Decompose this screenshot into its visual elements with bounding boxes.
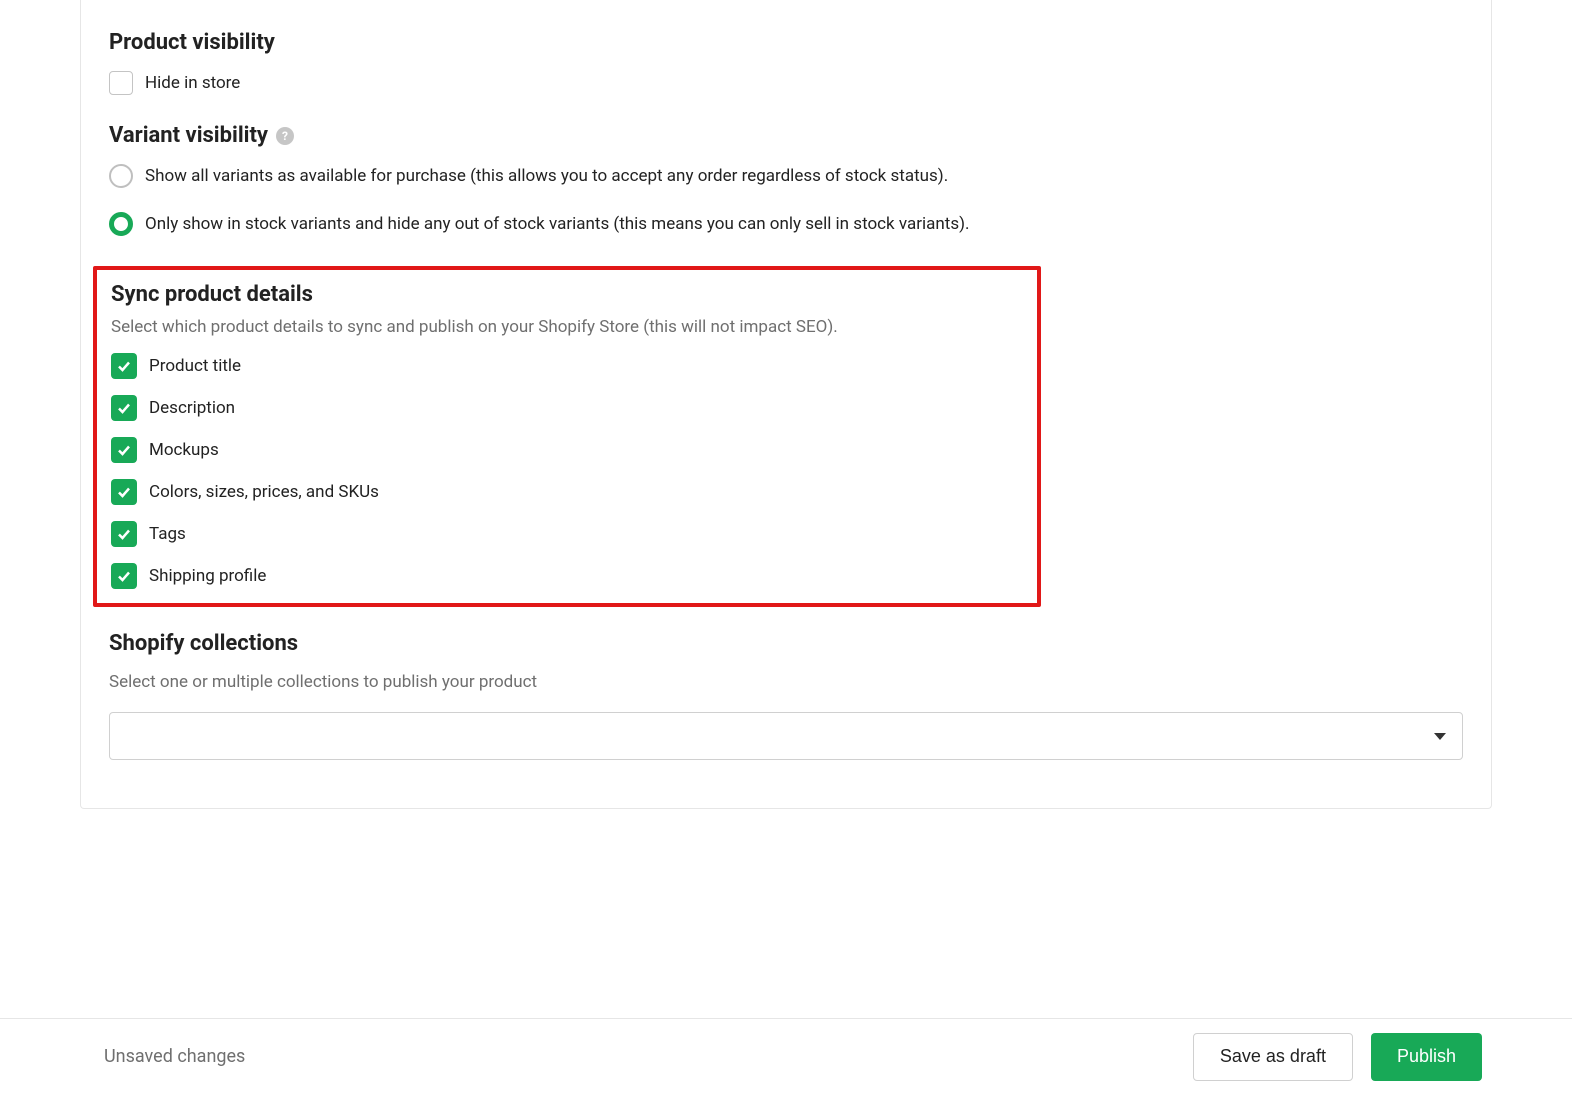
- variant-visibility-heading: Variant visibility ?: [109, 123, 1463, 148]
- sync-item-tags[interactable]: Tags: [111, 521, 1023, 547]
- sync-product-details-section: Sync product details Select which produc…: [93, 266, 1041, 607]
- sync-item-label: Mockups: [149, 440, 219, 460]
- sync-item-label: Shipping profile: [149, 566, 266, 586]
- sync-item-label: Product title: [149, 356, 241, 376]
- collections-dropdown[interactable]: [109, 712, 1463, 760]
- sync-item-label: Tags: [149, 524, 186, 544]
- checkbox-checked-icon[interactable]: [111, 353, 137, 379]
- collections-description: Select one or multiple collections to pu…: [109, 672, 1463, 692]
- footer-bar: Unsaved changes Save as draft Publish: [0, 1018, 1572, 1094]
- radio-empty-icon[interactable]: [109, 164, 133, 188]
- variant-show-all-option[interactable]: Show all variants as available for purch…: [109, 164, 1463, 188]
- checkbox-checked-icon[interactable]: [111, 395, 137, 421]
- checkbox-checked-icon[interactable]: [111, 563, 137, 589]
- sync-item-shipping-profile[interactable]: Shipping profile: [111, 563, 1023, 589]
- hide-in-store-label: Hide in store: [145, 73, 240, 93]
- collections-heading: Shopify collections: [109, 631, 1463, 656]
- sync-heading-text: Sync product details: [111, 282, 313, 307]
- sync-item-label: Description: [149, 398, 235, 418]
- variant-in-stock-option[interactable]: Only show in stock variants and hide any…: [109, 212, 1463, 236]
- sync-description: Select which product details to sync and…: [111, 317, 1023, 337]
- checkbox-checked-icon[interactable]: [111, 521, 137, 547]
- checkbox-empty-icon[interactable]: [109, 71, 133, 95]
- radio-selected-icon[interactable]: [109, 212, 133, 236]
- chevron-down-icon: [1434, 733, 1446, 740]
- sync-item-label: Colors, sizes, prices, and SKUs: [149, 482, 379, 502]
- help-icon[interactable]: ?: [276, 127, 294, 145]
- sync-heading: Sync product details: [111, 282, 1023, 307]
- sync-item-product-title[interactable]: Product title: [111, 353, 1023, 379]
- sync-item-mockups[interactable]: Mockups: [111, 437, 1023, 463]
- save-as-draft-button[interactable]: Save as draft: [1193, 1033, 1353, 1081]
- unsaved-changes-status: Unsaved changes: [104, 1046, 245, 1067]
- collections-heading-text: Shopify collections: [109, 631, 298, 656]
- variant-show-all-label: Show all variants as available for purch…: [145, 166, 948, 186]
- variant-visibility-heading-text: Variant visibility: [109, 123, 268, 148]
- checkbox-checked-icon[interactable]: [111, 479, 137, 505]
- product-visibility-heading-text: Product visibility: [109, 30, 275, 55]
- variant-in-stock-label: Only show in stock variants and hide any…: [145, 214, 970, 234]
- sync-item-colors-sizes[interactable]: Colors, sizes, prices, and SKUs: [111, 479, 1023, 505]
- product-visibility-heading: Product visibility: [109, 30, 1463, 55]
- sync-item-description[interactable]: Description: [111, 395, 1023, 421]
- settings-card: Product visibility Hide in store Variant…: [80, 0, 1492, 809]
- hide-in-store-option[interactable]: Hide in store: [109, 71, 1463, 95]
- publish-button[interactable]: Publish: [1371, 1033, 1482, 1081]
- checkbox-checked-icon[interactable]: [111, 437, 137, 463]
